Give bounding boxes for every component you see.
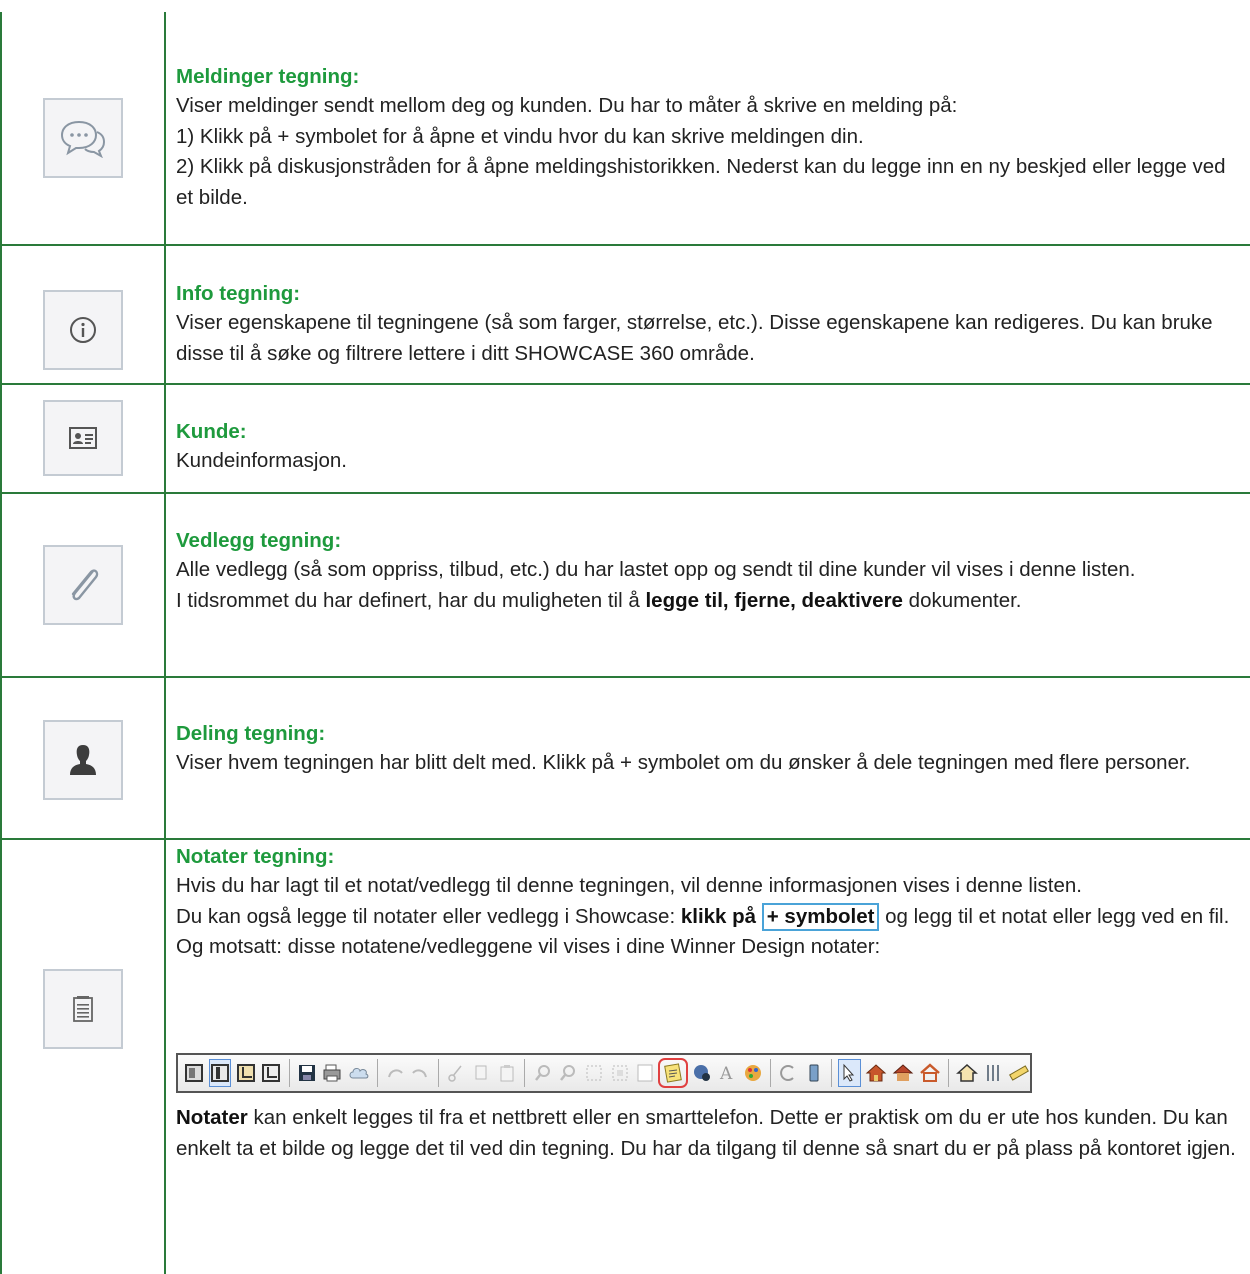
copy-icon xyxy=(471,1060,492,1086)
paragraph: Viser meldinger sendt mellom deg og kund… xyxy=(176,94,958,117)
palette-icon xyxy=(742,1060,763,1086)
winner-design-toolbar: A xyxy=(176,1053,1032,1093)
notes-section: Notater tegning: Hvis du har lagt til et… xyxy=(176,843,1244,963)
messages-section: Meldinger tegning: Viser meldinger sendt… xyxy=(176,63,1244,213)
grid-alt-icon xyxy=(609,1060,630,1086)
zoom-out-icon xyxy=(558,1060,579,1086)
cloud-icon xyxy=(348,1060,370,1086)
section-heading: Meldinger tegning: xyxy=(176,65,360,88)
text-icon: A xyxy=(717,1060,738,1086)
section-heading: Info tegning: xyxy=(176,282,301,305)
refresh-icon xyxy=(778,1060,799,1086)
layout-icon xyxy=(235,1060,256,1086)
text: kan enkelt legges til fra et nettbrett e… xyxy=(176,1106,1236,1160)
toolbar-separator xyxy=(288,1059,290,1087)
notes-icon xyxy=(658,1058,689,1088)
row-divider xyxy=(0,383,1250,385)
frame-icon xyxy=(635,1060,656,1086)
toolbar-separator xyxy=(831,1059,833,1087)
paragraph: Viser hvem tegningen har blitt delt med.… xyxy=(176,751,1191,774)
paragraph: Hvis du har lagt til et notat/vedlegg ti… xyxy=(176,874,1082,897)
column-divider xyxy=(164,12,166,1274)
text: I tidsrommet du har definert, har du mul… xyxy=(176,588,646,612)
contact-card-icon xyxy=(43,400,123,476)
bold-text: legge til, fjerne, deaktivere xyxy=(645,588,903,612)
toolbar-separator xyxy=(947,1059,949,1087)
paragraph: Du kan også legge til notater eller vedl… xyxy=(176,902,1244,963)
phone-icon xyxy=(804,1060,825,1086)
document-page: Meldinger tegning: Viser meldinger sendt… xyxy=(0,0,1250,1274)
toolbar-separator xyxy=(437,1059,439,1087)
highlighted-text: + symbolet xyxy=(761,902,880,931)
cut-icon xyxy=(446,1060,467,1086)
zoom-in-icon xyxy=(532,1060,553,1086)
row-divider xyxy=(0,838,1250,840)
text: dokumenter. xyxy=(902,588,1022,612)
paragraph: Notater kan enkelt legges til fra et net… xyxy=(176,1103,1244,1164)
house-outline-icon xyxy=(955,1060,978,1086)
layout-alt-icon xyxy=(261,1060,282,1086)
undo-icon xyxy=(384,1060,405,1086)
paragraph: Alle vedlegg (så som oppriss, tilbud, et… xyxy=(176,558,1136,581)
notepad-icon xyxy=(43,969,123,1049)
toolbar-separator xyxy=(376,1059,378,1087)
align-icon xyxy=(983,1060,1004,1086)
section-heading: Deling tegning: xyxy=(176,722,326,745)
attachments-section: Vedlegg tegning: Alle vedlegg (så som op… xyxy=(176,527,1244,616)
paragraph: 2) Klikk på diskusjonstråden for å åpne … xyxy=(176,155,1226,209)
chat-bubbles-icon xyxy=(43,98,123,178)
info-icon xyxy=(43,290,123,370)
print-icon xyxy=(322,1060,343,1086)
view-mode-icon xyxy=(184,1060,205,1086)
house-roof-icon xyxy=(892,1060,914,1086)
row-divider xyxy=(0,244,1250,246)
bold-text: Notater xyxy=(176,1106,248,1129)
save-icon xyxy=(296,1060,317,1086)
sharing-section: Deling tegning: Viser hvem tegningen har… xyxy=(176,720,1244,779)
info-section: Info tegning: Viser egenskapene til tegn… xyxy=(176,280,1244,369)
toolbar-separator xyxy=(524,1059,526,1087)
redo-icon xyxy=(410,1060,431,1086)
bold-text: klikk på xyxy=(680,904,757,928)
section-heading: Notater tegning: xyxy=(176,845,335,868)
section-heading: Kunde: xyxy=(176,420,247,443)
house-icon xyxy=(865,1060,887,1086)
notes-footer: Notater kan enkelt legges til fra et net… xyxy=(176,1103,1244,1164)
ruler-icon xyxy=(1008,1060,1030,1086)
paragraph: I tidsrommet du har definert, har du mul… xyxy=(176,586,1244,617)
paragraph: 1) Klikk på + symbolet for å åpne et vin… xyxy=(176,124,864,148)
section-heading: Vedlegg tegning: xyxy=(176,529,342,552)
paragraph: Kundeinformasjon. xyxy=(176,449,347,472)
row-divider xyxy=(0,492,1250,494)
info-globe-icon xyxy=(691,1060,712,1086)
pointer-icon xyxy=(838,1059,861,1087)
house-frame-icon xyxy=(919,1060,941,1086)
row-divider xyxy=(0,676,1250,678)
text: Du kan også legge til notater eller vedl… xyxy=(176,904,681,928)
paragraph: Viser egenskapene til tegningene (så som… xyxy=(176,311,1213,365)
user-silhouette-icon xyxy=(43,720,123,800)
view-mode-selected-icon xyxy=(208,1059,232,1087)
paperclip-icon xyxy=(43,545,123,625)
toolbar-separator xyxy=(770,1059,771,1087)
paste-icon xyxy=(497,1060,518,1086)
svg-text:A: A xyxy=(719,1064,733,1083)
grid-icon xyxy=(584,1060,605,1086)
customer-section: Kunde: Kundeinformasjon. xyxy=(176,418,1244,477)
left-border xyxy=(0,12,2,1274)
